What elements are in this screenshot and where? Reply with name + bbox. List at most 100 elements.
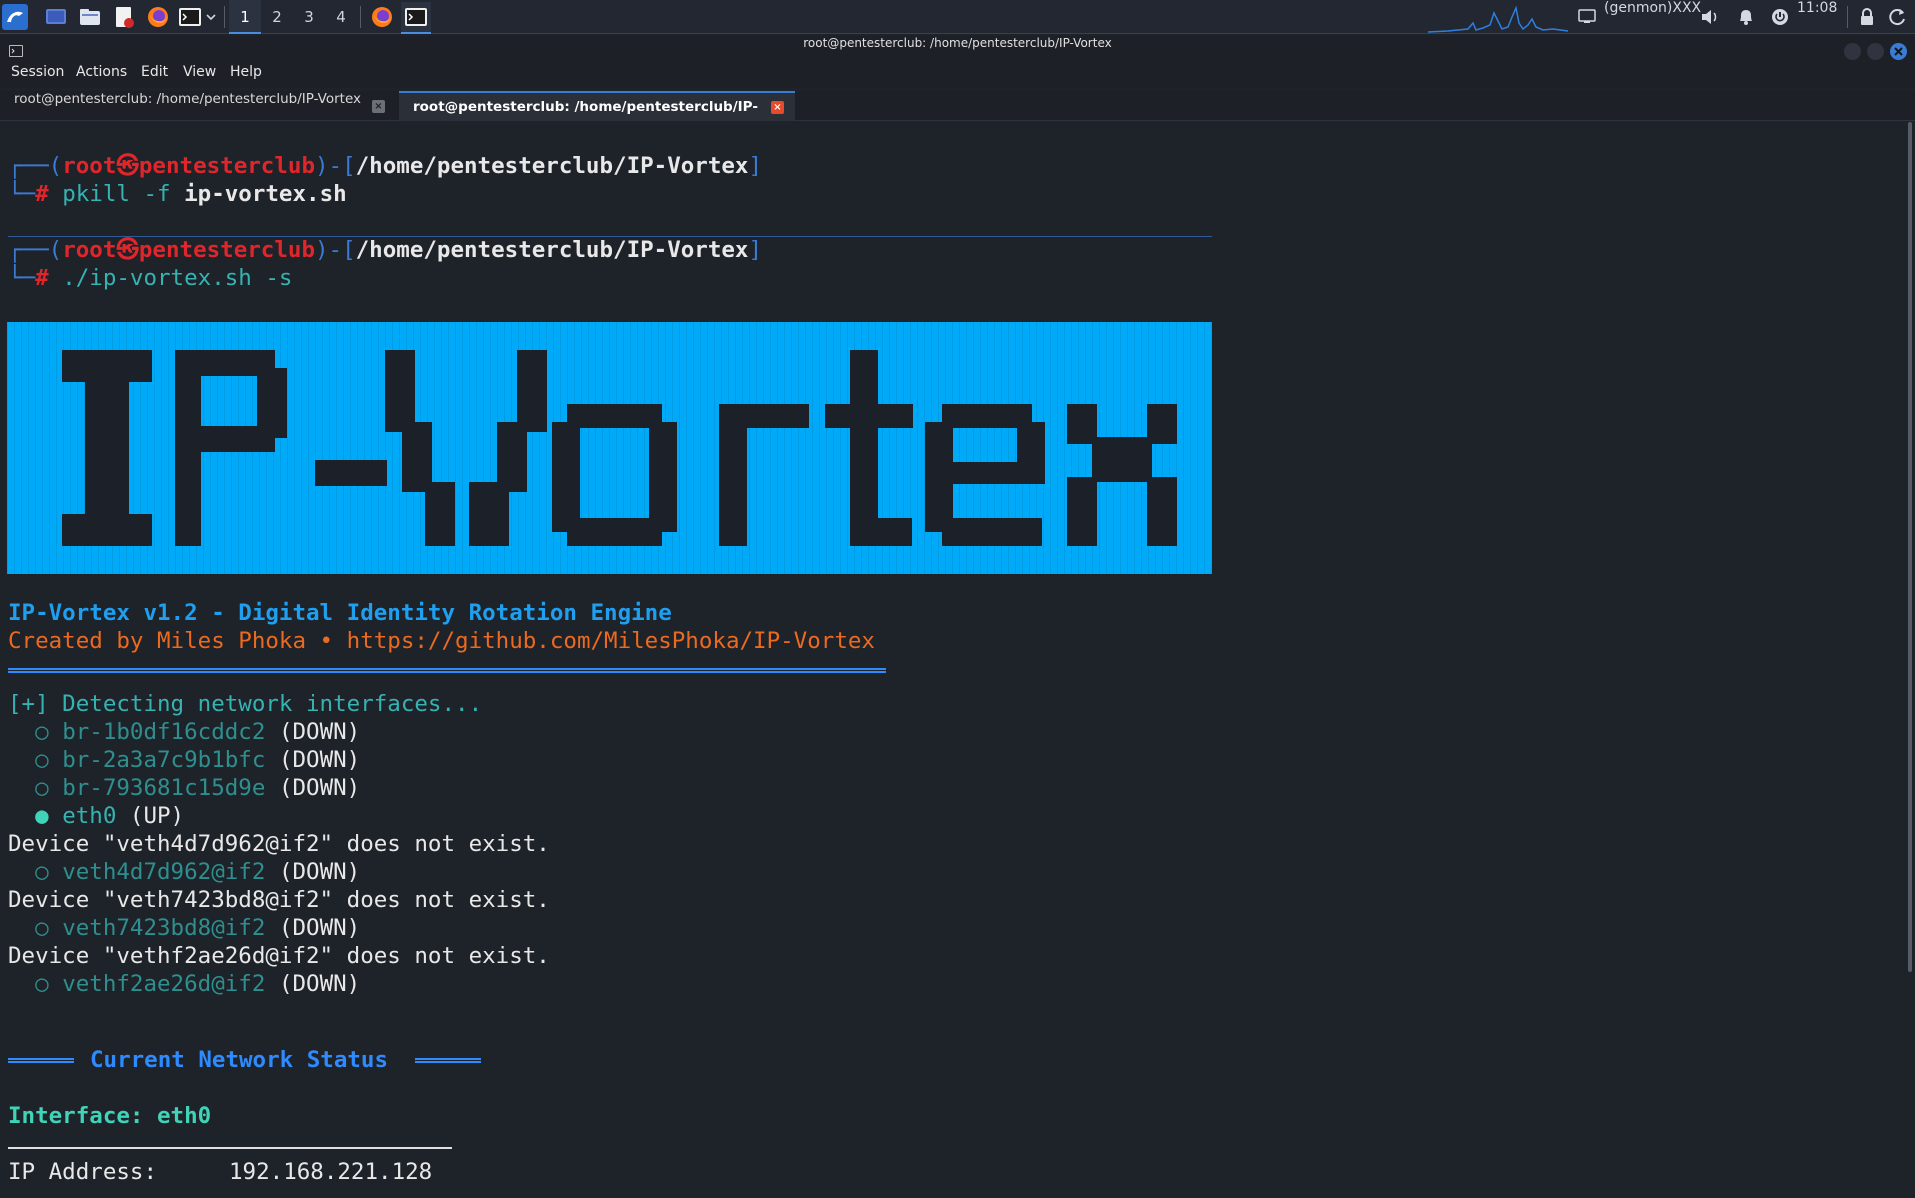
tab-label: root@pentesterclub: /home/pentesterclub/… <box>14 91 362 107</box>
prompt-path: /home/pentesterclub/IP-Vortex <box>355 153 749 179</box>
menu-view[interactable]: View <box>183 64 216 80</box>
prompt-user: root <box>62 237 117 263</box>
terminal-scrollbar[interactable] <box>1905 122 1915 1198</box>
interface-state: (DOWN) <box>278 915 361 941</box>
header-rule-right <box>415 1058 481 1063</box>
interface-row: ○ vethf2ae26d@if2 (DOWN) <box>8 970 360 998</box>
status-dot-filled-icon: ● <box>35 803 49 829</box>
header-rule-left <box>8 1058 74 1063</box>
ip-label: IP Address: <box>8 1159 158 1185</box>
terminal-output[interactable]: ┌──(root㉿pentesterclub)-[/home/pentester… <box>0 122 1905 1198</box>
volume-icon[interactable] <box>1700 7 1720 27</box>
maximize-button[interactable] <box>1867 43 1884 60</box>
interface-name: eth0 <box>62 803 117 829</box>
clock[interactable]: 11:08 <box>1797 0 1837 16</box>
menu-edit[interactable]: Edit <box>141 64 168 80</box>
window-titlebar[interactable]: root@pentesterclub: /home/pentesterclub/… <box>0 36 1915 66</box>
device-error-line: Device "veth4d7d962@if2" does not exist. <box>8 831 550 857</box>
taskbar-separator <box>224 6 225 28</box>
prompt-user: root <box>62 153 117 179</box>
credit-line: Created by Miles Phoka • https://github.… <box>8 628 875 654</box>
display-icon[interactable] <box>1578 7 1596 25</box>
top-taskbar: 1 2 3 4 (genmon)XXX 11:08 <box>0 0 1915 34</box>
interface-state: (UP) <box>129 803 185 829</box>
workspace-3[interactable]: 3 <box>293 0 325 34</box>
interface-state: (DOWN) <box>278 859 361 885</box>
interface-name: veth4d7d962@if2 <box>62 859 266 885</box>
terminal-window-icon[interactable] <box>401 2 431 34</box>
status-dot-empty-icon: ○ <box>35 915 49 941</box>
interface-name: br-793681c15d9e <box>62 775 266 801</box>
detecting-line: [+] Detecting network interfaces... <box>8 691 483 717</box>
status-dot-empty-icon: ○ <box>35 747 49 773</box>
interface-name: br-1b0df16cddc2 <box>62 719 266 745</box>
kali-menu-icon[interactable] <box>2 4 28 30</box>
prompt-path: /home/pentesterclub/IP-Vortex <box>355 237 749 263</box>
interface-name: veth7423bd8@if2 <box>62 915 266 941</box>
interface-name: vethf2ae26d@if2 <box>62 971 266 997</box>
section-divider <box>8 1147 452 1149</box>
file-manager-icon[interactable] <box>78 5 102 29</box>
tab-session-2[interactable]: root@pentesterclub: /home/pentesterclub/… <box>399 91 795 143</box>
prompt-line: ┌──(root㉿pentesterclub)-[/home/pentester… <box>8 153 763 179</box>
skull-icon: ㉿ <box>116 237 139 263</box>
skull-icon: ㉿ <box>116 153 139 179</box>
scrollbar-thumb[interactable] <box>1908 122 1912 972</box>
menu-actions[interactable]: Actions <box>76 64 127 80</box>
command-line: └─# ./ip-vortex.sh -s <box>8 265 293 291</box>
refresh-icon[interactable] <box>1888 7 1908 27</box>
status-dot-empty-icon: ○ <box>35 971 49 997</box>
firefox-window-icon[interactable] <box>370 5 394 29</box>
device-error-line: Device "veth7423bd8@if2" does not exist. <box>8 887 550 913</box>
menu-bar: Session Actions Edit View Help <box>0 64 1915 88</box>
tab-close-icon[interactable]: × <box>372 100 385 113</box>
version-line: IP-Vortex v1.2 - Digital Identity Rotati… <box>8 600 672 626</box>
bell-icon[interactable] <box>1736 7 1756 27</box>
device-error-line: Device "vethf2ae26d@if2" does not exist. <box>8 943 550 969</box>
ip-value: 192.168.221.128 <box>229 1159 433 1185</box>
status-dot-empty-icon: ○ <box>35 775 49 801</box>
desktop-icon[interactable] <box>44 5 68 29</box>
banner-logo <box>62 350 1177 546</box>
interface-row: ○ br-2a3a7c9b1bfc (DOWN) <box>8 746 360 774</box>
command-text: pkill -f <box>62 181 185 207</box>
interface-row: ● eth0 (UP) <box>8 802 184 830</box>
menu-session[interactable]: Session <box>11 64 64 80</box>
minimize-button[interactable] <box>1844 43 1861 60</box>
workspace-1[interactable]: 1 <box>229 0 261 34</box>
command-arg: ip-vortex.sh <box>184 181 347 207</box>
interface-name: br-2a3a7c9b1bfc <box>62 747 266 773</box>
ascii-banner <box>7 322 1212 574</box>
interface-row: ○ veth7423bd8@if2 (DOWN) <box>8 914 360 942</box>
status-dot-empty-icon: ○ <box>35 859 49 885</box>
menu-help[interactable]: Help <box>230 64 262 80</box>
status-header: Current Network Status <box>90 1047 389 1073</box>
interface-line: Interface: eth0 <box>8 1103 212 1129</box>
terminal-icon[interactable] <box>178 5 202 29</box>
workspace-2[interactable]: 2 <box>261 0 293 34</box>
interface-row: ○ br-793681c15d9e (DOWN) <box>8 774 360 802</box>
command-line: └─# pkill -f ip-vortex.sh <box>8 181 347 207</box>
prompt-line: ┌──(root㉿pentesterclub)-[/home/pentester… <box>8 237 763 263</box>
workspace-4[interactable]: 4 <box>325 0 357 34</box>
taskbar-separator <box>1847 6 1848 28</box>
tab-close-icon[interactable]: × <box>771 101 784 114</box>
command-text: ./ip-vortex.sh -s <box>62 265 293 291</box>
interface-state: (DOWN) <box>278 971 361 997</box>
cpu-graph <box>1427 3 1569 33</box>
text-editor-icon[interactable] <box>112 5 136 29</box>
interface-state: (DOWN) <box>278 775 361 801</box>
chevron-down-icon[interactable] <box>204 5 218 29</box>
interface-state: (DOWN) <box>278 747 361 773</box>
close-button[interactable] <box>1890 43 1907 60</box>
power-icon[interactable] <box>1770 7 1790 27</box>
tab-bar: root@pentesterclub: /home/pentesterclub/… <box>0 91 1915 143</box>
ip-row: IP Address: 192.168.221.128 <box>8 1158 432 1186</box>
prompt-host: pentesterclub <box>138 153 315 179</box>
status-dot-empty-icon: ○ <box>35 719 49 745</box>
taskbar-separator <box>360 6 361 28</box>
lock-icon[interactable] <box>1857 7 1877 27</box>
firefox-icon[interactable] <box>146 5 170 29</box>
interface-state: (DOWN) <box>278 719 361 745</box>
tab-session-1[interactable]: root@pentesterclub: /home/pentesterclub/… <box>0 91 396 121</box>
